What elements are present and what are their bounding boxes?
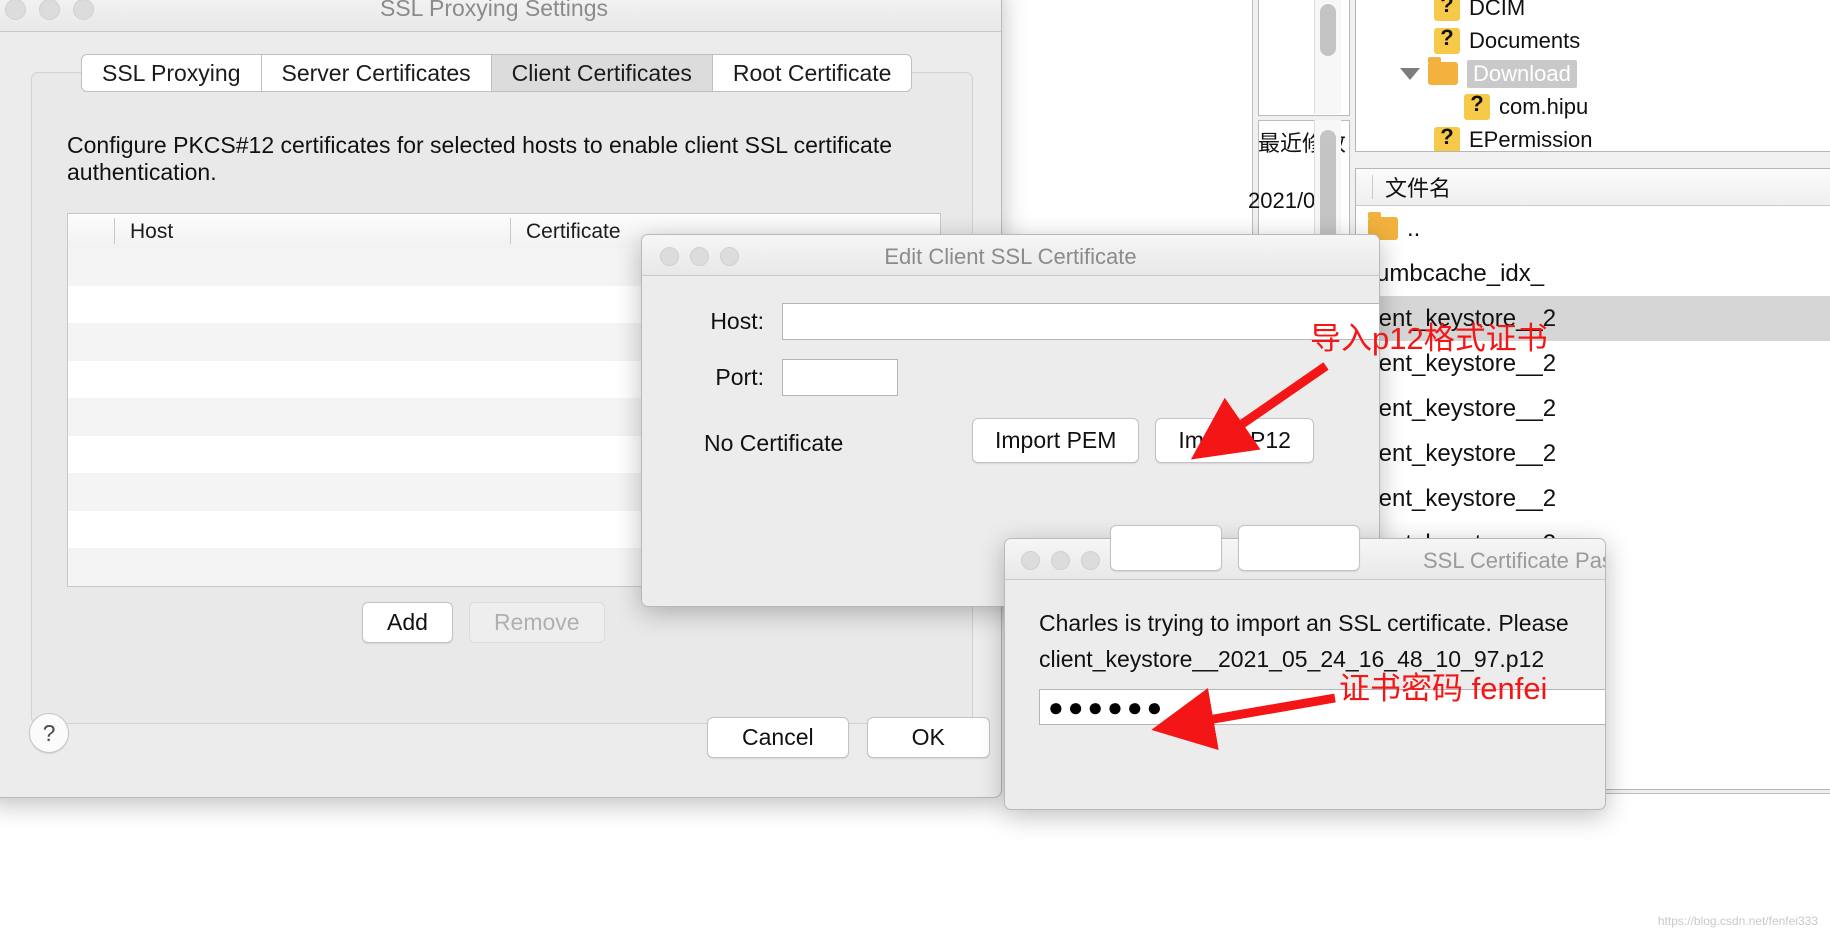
tab-server-certificates[interactable]: Server Certificates	[262, 54, 492, 92]
tree-node-label: EPermission	[1469, 127, 1592, 153]
close-icon[interactable]	[1021, 551, 1040, 570]
tree-node-documents[interactable]: Documents	[1356, 24, 1830, 57]
column-header-certificate[interactable]: Certificate	[526, 220, 621, 244]
file-label: client_keystore__2	[1356, 440, 1556, 468]
add-button[interactable]: Add	[362, 602, 453, 643]
tree-node-label: Documents	[1469, 28, 1580, 54]
unknown-file-icon	[1464, 94, 1490, 120]
port-label: Port:	[682, 364, 764, 391]
column-divider	[1372, 175, 1373, 199]
panel-description: Configure PKCS#12 certificates for selec…	[67, 132, 947, 186]
file-label: client_keystore__2	[1356, 395, 1556, 423]
unknown-file-icon	[1434, 0, 1460, 21]
upper-pane-scrollbar[interactable]	[1314, 0, 1341, 114]
list-item[interactable]: client_keystore__2	[1356, 476, 1830, 521]
unknown-file-icon	[1434, 127, 1460, 153]
tree-node-label: DCIM	[1469, 0, 1525, 21]
window-title: SSL Proxying Settings	[0, 0, 1001, 22]
help-button[interactable]: ?	[29, 713, 69, 753]
unknown-file-icon	[1434, 28, 1460, 54]
import-pem-button[interactable]: Import PEM	[972, 418, 1139, 463]
column-divider	[114, 218, 115, 244]
host-field-row: Host:	[682, 303, 1380, 340]
file-label: ..	[1407, 215, 1420, 243]
list-item[interactable]: client_keystore__2	[1356, 431, 1830, 476]
maximize-icon[interactable]	[1081, 551, 1100, 570]
file-label: thumbcache_idx_	[1356, 260, 1544, 288]
upper-pane-scroll-thumb[interactable]	[1320, 4, 1336, 56]
edit-dialog-titlebar[interactable]: Edit Client SSL Certificate	[642, 235, 1379, 276]
port-input[interactable]	[782, 359, 898, 396]
tree-node-label: Download	[1467, 60, 1577, 88]
list-item[interactable]: thumbcache_idx_	[1356, 251, 1830, 296]
table-action-buttons: Add Remove	[362, 602, 605, 643]
tab-root-certificate[interactable]: Root Certificate	[713, 54, 913, 92]
tab-client-certificates[interactable]: Client Certificates	[492, 54, 713, 92]
window-title: Edit Client SSL Certificate	[642, 244, 1379, 270]
list-item[interactable]: ..	[1356, 206, 1830, 251]
certificate-status: No Certificate	[704, 430, 843, 457]
annotation-import-p12-text: 导入p12格式证书	[1310, 313, 1548, 358]
window-controls[interactable]	[1021, 551, 1100, 570]
annotation-password-arrow	[1163, 692, 1343, 752]
dialog-action-buttons: Cancel OK	[707, 717, 990, 758]
file-label: client_keystore__2	[1356, 485, 1556, 513]
minimize-icon[interactable]	[1051, 551, 1070, 570]
window-title: SSL Certificate Password	[1423, 548, 1605, 574]
tree-node-label: com.hipu	[1499, 94, 1588, 120]
tree-node-download[interactable]: Download	[1356, 57, 1830, 90]
settings-titlebar[interactable]: SSL Proxying Settings	[0, 0, 1001, 32]
file-list-header: 文件名	[1356, 169, 1830, 206]
tree-node-epermission[interactable]: EPermission	[1356, 123, 1830, 152]
annotation-import-p12-arrow	[1195, 360, 1335, 480]
obscured-button-left[interactable]	[1110, 525, 1222, 571]
list-item[interactable]: client_keystore__2	[1356, 386, 1830, 431]
tree-node-dcim[interactable]: DCIM	[1356, 0, 1830, 24]
hidden-dialog-buttons	[1110, 525, 1360, 571]
tab-ssl-proxying[interactable]: SSL Proxying	[81, 54, 262, 92]
watermark: https://blog.csdn.net/fenfei333	[1658, 914, 1818, 928]
obscured-button-right[interactable]	[1238, 525, 1360, 571]
column-header-host[interactable]: Host	[130, 220, 173, 244]
tab-bar[interactable]: SSL Proxying Server Certificates Client …	[81, 54, 912, 92]
lower-pane-scroll-thumb[interactable]	[1320, 130, 1336, 250]
cancel-button[interactable]: Cancel	[707, 717, 849, 758]
password-message-line1: Charles is trying to import an SSL certi…	[1039, 609, 1606, 639]
chevron-down-icon[interactable]	[1400, 68, 1420, 80]
directory-tree[interactable]: DCIM Documents Download com.hipu EPermis…	[1355, 0, 1830, 152]
file-name-column-header: 文件名	[1385, 171, 1451, 203]
remove-button[interactable]: Remove	[469, 602, 605, 643]
annotation-password-text: 证书密码 fenfei	[1339, 663, 1547, 708]
ok-button[interactable]: OK	[867, 717, 990, 758]
host-input[interactable]	[782, 303, 1380, 340]
host-label: Host:	[682, 308, 764, 335]
folder-icon	[1428, 62, 1458, 85]
tree-node-com-hipu[interactable]: com.hipu	[1356, 90, 1830, 123]
column-divider	[510, 218, 511, 244]
port-field-row: Port:	[682, 359, 898, 396]
